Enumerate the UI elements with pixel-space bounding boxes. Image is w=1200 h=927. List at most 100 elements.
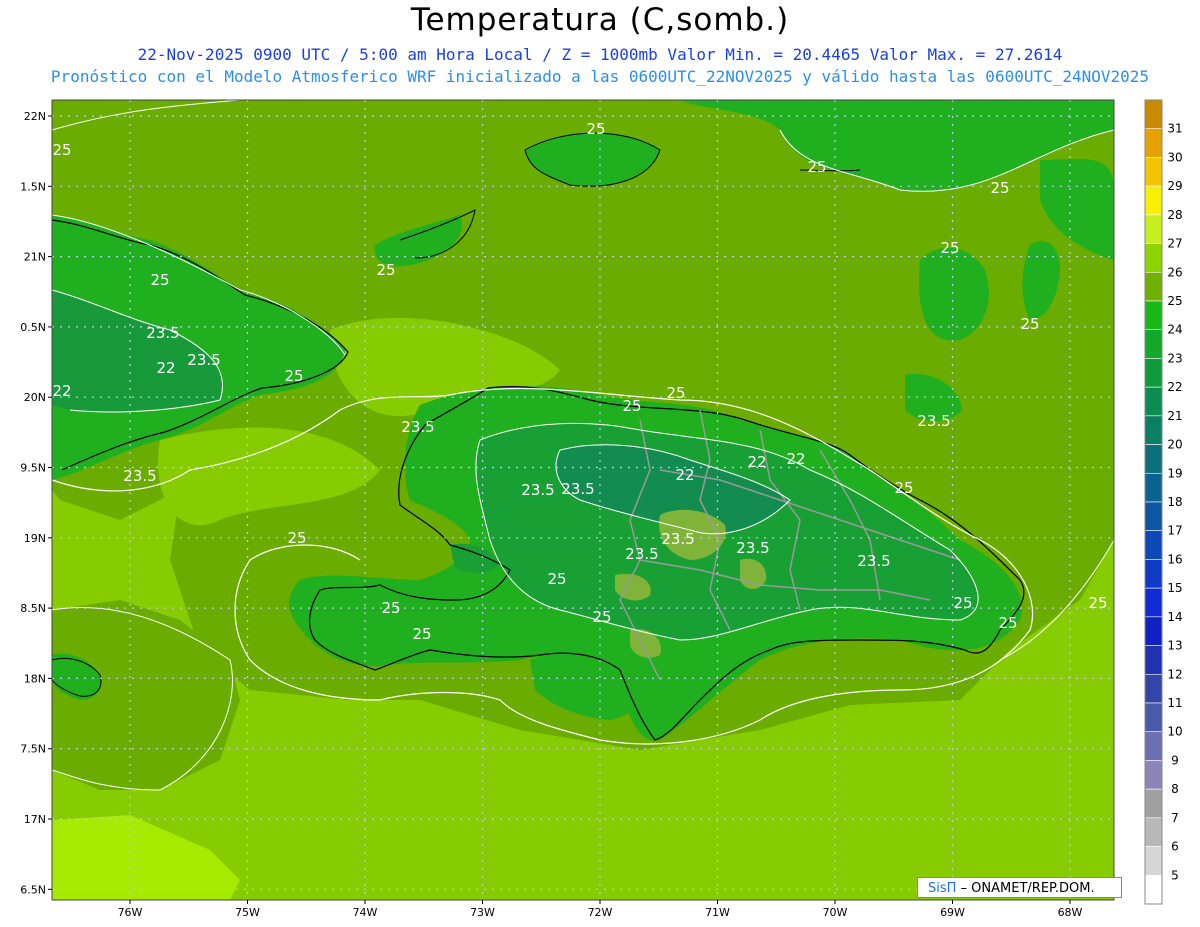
credit-box: SisΠ – ONAMET/REP.DOM.: [917, 877, 1122, 898]
colorbar-swatch: [1144, 271, 1163, 302]
y-tick-label: 18N: [24, 672, 46, 685]
contour-label: 25: [622, 397, 641, 415]
y-tick-label: 6.5N: [20, 883, 46, 896]
colorbar-label: 28: [1167, 208, 1182, 222]
colorbar-label: 24: [1167, 323, 1182, 337]
colorbar-swatch: [1144, 415, 1163, 445]
y-tick-label: 7.5N: [20, 743, 46, 756]
y-tick-label: 21N: [24, 251, 46, 264]
contour-label: 25: [287, 529, 306, 547]
x-tick-label: 75W: [235, 906, 260, 919]
colorbar-swatch: [1144, 358, 1163, 388]
y-axis-ticks: 22N 1.5N 21N 0.5N 20N 9.5N 19N 8.5N 18N 7.5N 17N 6.…: [20, 110, 52, 896]
colorbar-swatch: [1144, 846, 1163, 876]
colorbar-label: 27: [1167, 237, 1182, 251]
colorbar-label: 7: [1171, 811, 1179, 825]
contour-label: 25: [990, 179, 1009, 197]
contour-label: 22: [156, 359, 175, 377]
x-tick-label: 76W: [118, 906, 143, 919]
contour-label: 25: [1020, 315, 1039, 333]
contour-label: 25: [666, 384, 685, 402]
colorbar-label: 12: [1167, 667, 1182, 681]
credit-text: – ONAMET/REP.DOM.: [956, 881, 1095, 896]
contour-label: 25: [940, 239, 959, 257]
colorbar-label: 22: [1167, 380, 1182, 394]
colorbar-swatch: [1144, 788, 1163, 819]
colorbar-label: 21: [1167, 409, 1182, 423]
contour-label: 25: [586, 120, 605, 138]
contour-label: 23.5: [857, 552, 890, 570]
sisp-logo-text: SisΠ: [928, 881, 957, 896]
x-tick-label: 69W: [940, 906, 965, 919]
contour-label: 25: [150, 271, 169, 289]
colorbar-label: 8: [1171, 782, 1179, 796]
colorbar-label: 26: [1167, 265, 1182, 279]
colorbar-label: 29: [1167, 179, 1182, 193]
colorbar-swatch: [1144, 530, 1163, 560]
colorbar-swatch: [1144, 444, 1163, 474]
colorbar-label: 20: [1167, 438, 1182, 452]
colorbar-swatch: [1144, 185, 1163, 216]
contour-label: 22: [52, 382, 71, 400]
x-tick-label: 70W: [823, 906, 848, 919]
x-tick-label: 68W: [1058, 906, 1083, 919]
colorbar-swatch: [1144, 874, 1163, 905]
colorbar-label: 10: [1167, 725, 1182, 739]
y-tick-label: 22N: [24, 110, 46, 123]
colorbar-label: 9: [1171, 753, 1179, 767]
colorbar-swatch: [1144, 128, 1163, 158]
colorbar-label: 23: [1167, 351, 1182, 365]
colorbar-label: 15: [1167, 581, 1182, 595]
colorbar-swatch: [1144, 501, 1163, 532]
contour-label: 23.5: [401, 418, 434, 436]
colorbar-swatch: [1144, 616, 1163, 646]
colorbar-label: 18: [1167, 495, 1182, 509]
contour-label: 25: [376, 261, 395, 279]
colorbar-swatch: [1144, 731, 1163, 761]
x-axis-ticks: 76W 75W 74W 73W 72W 71W 70W 69W 68W: [118, 900, 1083, 919]
colorbar-swatch: [1144, 587, 1163, 618]
contour-label: 25: [953, 594, 972, 612]
contour-label: 25: [1088, 594, 1107, 612]
contour-label: 22: [786, 450, 805, 468]
contour-label: 25: [284, 367, 303, 385]
colorbar-swatch: [1144, 329, 1163, 359]
colorbar-label: 31: [1167, 122, 1182, 136]
contour-label: 25: [412, 625, 431, 643]
contour-label: 25: [381, 599, 400, 617]
colorbar-swatch: [1144, 673, 1163, 704]
colorbar-label: 11: [1167, 696, 1182, 710]
contour-label: 25: [592, 608, 611, 626]
contour-label: 23.5: [736, 539, 769, 557]
colorbar-label: 14: [1167, 610, 1182, 624]
contour-label: 23.5: [187, 351, 220, 369]
y-tick-label: 20N: [24, 391, 46, 404]
colorbar-swatch: [1144, 386, 1163, 417]
colorbar-swatch: [1144, 157, 1163, 187]
colorbar-label: 16: [1167, 552, 1182, 566]
contour-label: 23.5: [146, 324, 179, 342]
colorbar-swatch: [1144, 243, 1163, 273]
colorbar-swatch: [1144, 214, 1163, 244]
y-tick-label: 19N: [24, 532, 46, 545]
contour-label: 25: [547, 570, 566, 588]
x-tick-label: 74W: [353, 906, 378, 919]
contour-label: 25: [807, 158, 826, 176]
contour-label: 23.5: [661, 530, 694, 548]
colorbar-swatch: [1144, 702, 1163, 733]
colorbar-swatch: [1144, 760, 1163, 790]
colorbar-label: 17: [1167, 524, 1182, 538]
x-tick-label: 72W: [588, 906, 613, 919]
y-tick-label: 1.5N: [20, 180, 46, 193]
colorbar-label: 6: [1171, 840, 1179, 854]
y-tick-label: 8.5N: [20, 602, 46, 615]
colorbar-label: 19: [1167, 466, 1182, 480]
contour-label: 22: [675, 466, 694, 484]
colorbar-label: 25: [1167, 294, 1182, 308]
colorbar-label: 30: [1167, 150, 1182, 164]
contour-label: 23.5: [561, 480, 594, 498]
forecast-map: 22N 1.5N 21N 0.5N 20N 9.5N 19N 8.5N 18N 7.5N 17N 6.…: [20, 99, 1183, 919]
y-tick-label: 17N: [24, 813, 46, 826]
colorbar-label: 13: [1167, 639, 1182, 653]
contour-label: 25: [894, 479, 913, 497]
